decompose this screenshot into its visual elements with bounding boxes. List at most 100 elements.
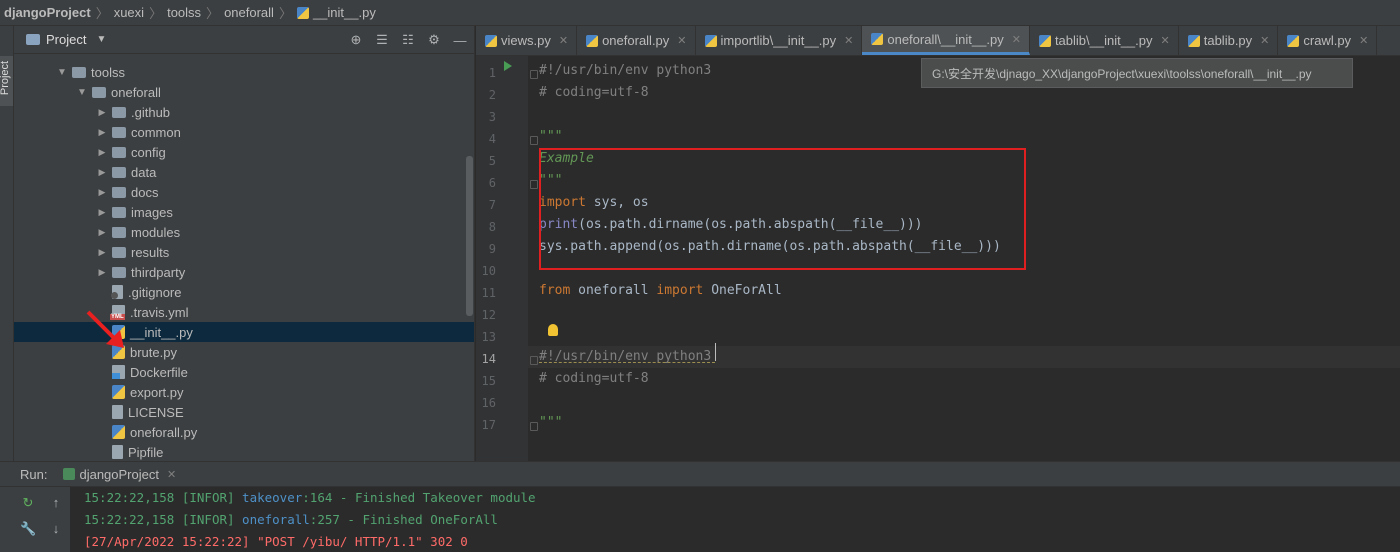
close-icon[interactable]: ✕ [1012, 33, 1021, 46]
tool-window-stripe: Project [0, 26, 14, 461]
code-line[interactable]: """ [539, 412, 562, 434]
tree-folder[interactable]: ▶ data [14, 162, 474, 182]
code-line[interactable]: #!/usr/bin/env python3 [539, 60, 711, 82]
tree-folder[interactable]: ▶ .github [14, 102, 474, 122]
breadcrumb-item-init[interactable]: __init__.py [313, 5, 376, 20]
editor-tab[interactable]: importlib\__init__.py ✕ [696, 26, 863, 55]
close-icon[interactable]: ✕ [559, 34, 568, 47]
fold-marker-icon[interactable] [530, 180, 538, 189]
chevron-right-icon[interactable]: ▶ [96, 227, 108, 238]
tree-folder[interactable]: ▶ docs [14, 182, 474, 202]
tree-folder[interactable]: ▶ common [14, 122, 474, 142]
wrench-icon[interactable]: 🔧 [20, 521, 36, 537]
tree-folder[interactable]: ▶ images [14, 202, 474, 222]
collapse-all-icon[interactable]: ☷ [400, 32, 416, 48]
tree-folder[interactable]: ▼ oneforall [14, 82, 474, 102]
scroll-up-icon[interactable]: ↑ [48, 495, 64, 511]
close-icon[interactable]: ✕ [677, 34, 686, 47]
code-line[interactable]: """ [539, 126, 562, 148]
chevron-down-icon[interactable]: ▼ [96, 34, 106, 45]
fold-marker-icon[interactable] [530, 70, 538, 79]
editor-tab[interactable]: tablib\__init__.py ✕ [1030, 26, 1179, 55]
editor-tab-label: tablib.py [1203, 33, 1253, 48]
python-file-icon [112, 385, 125, 399]
project-scrollbar[interactable] [466, 156, 473, 316]
code-line[interactable]: # coding=utf-8 [539, 82, 649, 104]
tree-file[interactable]: .gitignore [14, 282, 474, 302]
run-tab-label: djangoProject [79, 466, 159, 482]
python-file-icon [1038, 34, 1051, 47]
minimize-icon[interactable]: — [452, 33, 468, 48]
run-label: Run: [20, 466, 48, 482]
project-panel-title[interactable]: Project [46, 32, 86, 47]
code-line[interactable]: #!/usr/bin/env python3 [539, 346, 711, 368]
line-number: 16 [481, 396, 496, 410]
breadcrumb-separator: 〉 [149, 6, 163, 21]
rerun-icon[interactable]: ↻ [20, 495, 36, 511]
run-console[interactable]: 15:22:22,158 [INFOR] takeover:164 - Fini… [70, 487, 1400, 552]
editor-tab[interactable]: crawl.py ✕ [1278, 26, 1378, 55]
chevron-right-icon[interactable]: ▶ [96, 187, 108, 198]
line-number: 10 [481, 264, 496, 278]
run-icon[interactable] [504, 61, 512, 71]
tree-item-label: __init__.py [130, 324, 193, 340]
console-line: 15:22:22,158 [INFOR] takeover:164 - Fini… [84, 487, 1400, 509]
file-icon [112, 405, 123, 419]
tree-folder[interactable]: ▼ toolss [14, 62, 474, 82]
folder-icon [112, 246, 126, 258]
breadcrumb-item-xuexi[interactable]: xuexi [114, 5, 144, 20]
breadcrumb-item-toolss[interactable]: toolss [167, 5, 201, 20]
tree-file[interactable]: LICENSE [14, 402, 474, 422]
gear-icon[interactable]: ⚙ [426, 32, 442, 48]
console-msg: - Finished Takeover module [332, 490, 536, 505]
editor-tab[interactable]: tablib.py ✕ [1179, 26, 1279, 55]
locate-icon[interactable]: ⊕ [348, 32, 364, 48]
breadcrumb-item-project[interactable]: djangoProject [4, 5, 91, 20]
code-line[interactable]: # coding=utf-8 [539, 368, 649, 390]
close-icon[interactable]: ✕ [1161, 34, 1170, 47]
scroll-down-icon[interactable]: ↓ [48, 521, 64, 537]
tree-file[interactable]: oneforall.py [14, 422, 474, 442]
editor-tab[interactable]: oneforall\__init__.py ✕ [862, 26, 1030, 55]
breadcrumb-item-oneforall[interactable]: oneforall [224, 5, 274, 20]
tree-folder[interactable]: ▶ modules [14, 222, 474, 242]
tree-folder[interactable]: ▶ config [14, 142, 474, 162]
tree-item-label: export.py [130, 384, 184, 400]
code-line[interactable]: from oneforall import OneForAll [539, 280, 782, 302]
editor-tab[interactable]: oneforall.py ✕ [577, 26, 696, 55]
fold-marker-icon[interactable] [530, 136, 538, 145]
line-number: 4 [488, 132, 496, 146]
fold-marker-icon[interactable] [530, 422, 538, 431]
line-number: 13 [481, 330, 496, 344]
fold-marker-icon[interactable] [530, 356, 538, 365]
chevron-right-icon[interactable]: ▶ [96, 167, 108, 178]
chevron-right-icon[interactable]: ▶ [96, 267, 108, 278]
folder-icon [112, 166, 126, 178]
chevron-right-icon[interactable]: ▶ [96, 207, 108, 218]
close-icon[interactable]: ✕ [167, 468, 176, 481]
console-time: 15:22:22,158 [84, 490, 175, 505]
tree-file[interactable]: export.py [14, 382, 474, 402]
chevron-right-icon[interactable]: ▶ [96, 107, 108, 118]
close-icon[interactable]: ✕ [1260, 34, 1269, 47]
tree-file[interactable]: Dockerfile [14, 362, 474, 382]
lightbulb-icon[interactable] [548, 324, 558, 336]
tree-folder[interactable]: ▶ thirdparty [14, 262, 474, 282]
tree-file[interactable]: Pipfile [14, 442, 474, 461]
chevron-down-icon[interactable]: ▼ [76, 87, 88, 98]
chevron-right-icon[interactable]: ▶ [96, 147, 108, 158]
project-stripe-label[interactable]: Project [0, 61, 11, 95]
run-tab-djangoproject[interactable]: djangoProject ✕ [63, 467, 176, 482]
chevron-right-icon[interactable]: ▶ [96, 127, 108, 138]
close-icon[interactable]: ✕ [1359, 34, 1368, 47]
python-file-icon [871, 33, 884, 45]
line-number: 9 [488, 242, 496, 256]
close-icon[interactable]: ✕ [844, 34, 853, 47]
editor-tab[interactable]: views.py ✕ [476, 26, 578, 55]
console-lineno: :164 [302, 490, 333, 505]
expand-all-icon[interactable]: ☰ [374, 32, 390, 48]
chevron-down-icon[interactable]: ▼ [56, 67, 68, 78]
project-icon [26, 34, 40, 45]
chevron-right-icon[interactable]: ▶ [96, 247, 108, 258]
tree-folder[interactable]: ▶ results [14, 242, 474, 262]
